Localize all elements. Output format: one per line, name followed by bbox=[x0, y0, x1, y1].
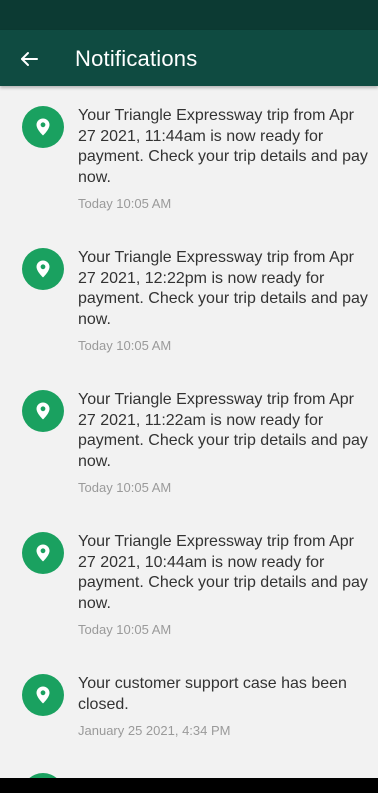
notification-message: Your Triangle Expressway trip from Apr 2… bbox=[78, 107, 368, 186]
notification-item[interactable]: Your Triangle Expressway trip from Apr 2… bbox=[0, 228, 378, 368]
page-title: Notifications bbox=[75, 46, 198, 71]
status-bar bbox=[0, 0, 378, 30]
location-pin-icon bbox=[36, 260, 50, 278]
notification-time: Today 10:05 AM bbox=[78, 196, 172, 211]
notification-item[interactable]: Your Triangle Expressway trip from Apr 2… bbox=[0, 86, 378, 226]
notification-message: Your customer support case has been clos… bbox=[78, 675, 347, 713]
location-pin-icon bbox=[36, 402, 50, 420]
notification-time: Today 10:05 AM bbox=[78, 622, 172, 637]
notification-time: Today 10:05 AM bbox=[78, 338, 172, 353]
notification-icon-badge bbox=[22, 106, 64, 148]
notification-icon-badge bbox=[22, 532, 64, 574]
location-pin-icon bbox=[36, 686, 50, 704]
notification-item[interactable]: Your Triangle Expressway trip from Apr 2… bbox=[0, 512, 378, 652]
notification-message: Your Triangle Expressway trip from Apr 2… bbox=[78, 391, 368, 470]
notification-icon-badge bbox=[22, 390, 64, 432]
location-pin-icon bbox=[36, 544, 50, 562]
back-button[interactable] bbox=[14, 44, 44, 74]
notification-time: Today 10:05 AM bbox=[78, 480, 172, 495]
notification-item[interactable] bbox=[0, 753, 378, 778]
notification-message: Your Triangle Expressway trip from Apr 2… bbox=[78, 533, 368, 612]
notification-message: Your Triangle Expressway trip from Apr 2… bbox=[78, 249, 368, 328]
notification-item[interactable]: Your Triangle Expressway trip from Apr 2… bbox=[0, 370, 378, 510]
location-pin-icon bbox=[36, 118, 50, 136]
app-bar: Notifications bbox=[0, 30, 378, 86]
notification-icon-badge bbox=[22, 674, 64, 716]
notification-list[interactable]: Your Triangle Expressway trip from Apr 2… bbox=[0, 86, 378, 778]
notification-icon-badge bbox=[22, 248, 64, 290]
system-nav-bar bbox=[0, 778, 378, 793]
notification-time: January 25 2021, 4:34 PM bbox=[78, 723, 231, 738]
notification-item[interactable]: Your customer support case has been clos… bbox=[0, 654, 378, 754]
arrow-back-icon bbox=[21, 52, 38, 66]
